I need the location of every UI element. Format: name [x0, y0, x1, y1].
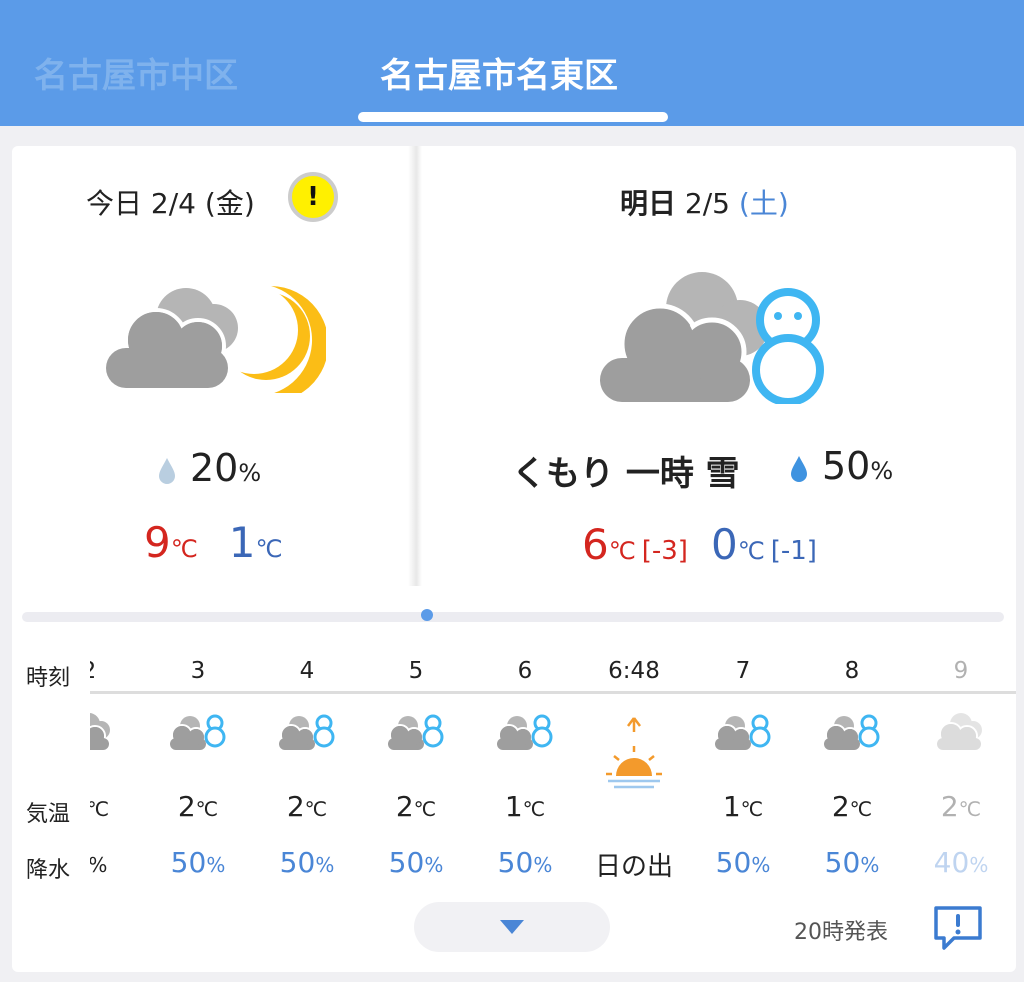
hourly-column: 8 2℃ 50%	[797, 646, 907, 886]
hour-temp: 1℃	[504, 790, 546, 823]
hour-temp: 2℃	[395, 790, 437, 823]
tab-meito-ku[interactable]: 名古屋市名東区	[380, 48, 618, 97]
today-rain-prob: 20%	[158, 446, 261, 490]
tab-naka-ku[interactable]: 名古屋市中区	[34, 48, 238, 97]
today-high: 9	[144, 518, 171, 567]
hour-temp: 2℃	[90, 797, 110, 821]
hour-temp: 1℃	[722, 790, 764, 823]
hourly-column: 6:48 日の出	[579, 646, 689, 886]
hour-label: 6	[517, 658, 533, 684]
today-title: 今日 2/4 (金)	[86, 187, 255, 220]
tomorrow-rain-prob: 50%	[790, 444, 893, 488]
hour-label: 3	[190, 658, 206, 684]
hour-precip: 50%	[715, 846, 771, 879]
hourly-column: 6 1℃ 50%	[470, 646, 580, 886]
cloud-icon	[906, 708, 1016, 752]
cloud-icon	[90, 708, 144, 752]
active-tab-indicator	[358, 112, 668, 122]
feedback-icon[interactable]	[932, 904, 984, 952]
tomorrow-low: 0	[711, 520, 738, 569]
hour-temp: 2℃	[286, 790, 328, 823]
sunrise-icon	[579, 716, 689, 789]
hour-precip: 40%	[933, 846, 989, 879]
hour-label: 9	[953, 658, 969, 684]
hour-label: 4	[299, 658, 315, 684]
hourly-column: 2 2℃ 0%	[90, 646, 144, 886]
hour-label: 2	[90, 658, 144, 684]
cloud-snow-icon	[143, 708, 253, 752]
temp-row-label: 気温	[26, 802, 71, 827]
hourly-column: 9 2℃ 40%	[906, 646, 1016, 886]
raindrop-icon	[159, 457, 175, 484]
hour-precip: 50%	[170, 846, 226, 879]
hourly-column: 4 2℃ 50%	[252, 646, 362, 886]
hourly-column: 5 2℃ 50%	[361, 646, 471, 886]
hour-label: 8	[844, 658, 860, 684]
hourly-forecast-list[interactable]: 2 2℃ 0% 3 2℃ 50% 4 2℃ 50% 5 2℃ 50% 6 1℃ 50% 6:48 日の出 7 1℃ 5…	[90, 646, 1016, 886]
hour-precip: 0%	[90, 853, 108, 877]
hour-precip: 50%	[497, 846, 553, 879]
expand-button[interactable]	[414, 902, 610, 952]
hour-precip: 50%	[279, 846, 335, 879]
today-temps: 9℃ 1℃	[144, 518, 283, 567]
cloud-snow-icon	[361, 708, 471, 752]
hour-precip: 50%	[388, 846, 444, 879]
hour-precip: 50%	[824, 846, 880, 879]
hour-label: 6:48	[608, 658, 660, 684]
published-time: 20時発表	[794, 920, 888, 945]
hourly-scroll-track[interactable]	[22, 612, 1004, 622]
cloud-snow-icon	[470, 708, 580, 752]
triangle-down-icon	[500, 920, 524, 934]
day-divider	[408, 146, 422, 586]
hour-temp: 2℃	[831, 790, 873, 823]
hour-label: 5	[408, 658, 424, 684]
header-bar: 名古屋市中区 名古屋市名東区	[0, 0, 1024, 126]
cloud-snow-icon	[688, 708, 798, 752]
hourly-column: 3 2℃ 50%	[143, 646, 253, 886]
hour-label: 7	[735, 658, 751, 684]
cloud-snow-icon	[600, 272, 824, 404]
cloud-snow-icon	[797, 708, 907, 752]
today-low: 1	[228, 518, 256, 567]
tomorrow-title: 明日 2/5 (土)	[620, 187, 789, 220]
cloud-snow-icon	[252, 708, 362, 752]
sunrise-label: 日の出	[594, 852, 673, 882]
warning-icon[interactable]: !	[288, 172, 338, 222]
hourly-scroll-thumb[interactable]	[421, 609, 433, 621]
tomorrow-high: 6	[582, 520, 609, 569]
forecast-card: 今日 2/4 (金) ! 20% 9℃ 1℃ 明日 2/5 (土) くもり 一時…	[12, 146, 1016, 972]
hourly-column: 7 1℃ 50%	[688, 646, 798, 886]
tomorrow-temps: 6℃ [-3] 0℃ [-1]	[582, 520, 817, 569]
cloud-moon-icon	[106, 286, 326, 393]
raindrop-icon	[791, 455, 807, 482]
precip-row-label: 降水	[26, 858, 71, 883]
hour-temp: 2℃	[177, 790, 219, 823]
hour-temp: 2℃	[940, 790, 982, 823]
tomorrow-weather-text: くもり 一時 雪	[512, 454, 740, 494]
time-row-label: 時刻	[26, 666, 71, 691]
